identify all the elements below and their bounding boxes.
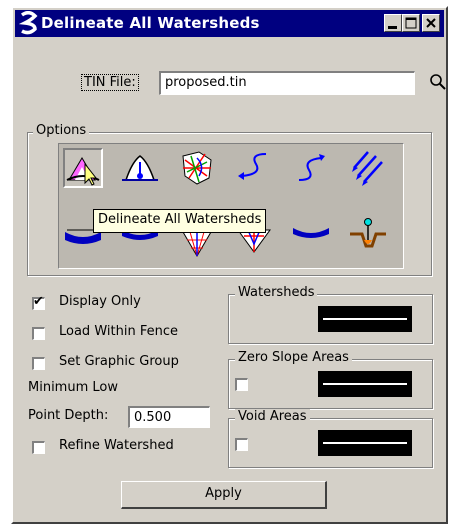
watersheds-group-label: Watersheds: [235, 285, 318, 300]
title-bar[interactable]: Delineate All Watersheds: [15, 10, 444, 37]
watershed-colors-tool[interactable]: [177, 148, 217, 188]
tin-file-input[interactable]: proposed.tin: [159, 71, 415, 95]
maximize-button[interactable]: [402, 14, 420, 32]
void-areas-checkbox[interactable]: [235, 438, 248, 451]
tool-palette: [58, 143, 404, 269]
app-logo-icon: [18, 11, 39, 35]
minimize-button[interactable]: [384, 14, 402, 32]
search-icon[interactable]: [428, 72, 448, 92]
delineate-all-watersheds-tool[interactable]: [63, 148, 103, 188]
channel-tool[interactable]: [291, 218, 331, 258]
parallel-flow-tool[interactable]: [348, 148, 388, 188]
refine-watershed-label: Refine Watershed: [59, 438, 174, 453]
minimize-icon: [388, 26, 397, 29]
tin-file-label: TIN File:: [81, 74, 139, 91]
options-group-label: Options: [33, 123, 90, 138]
single-watershed-tool[interactable]: [120, 148, 160, 188]
zero-slope-checkbox[interactable]: [235, 378, 248, 391]
minimum-low-label: Minimum Low: [28, 380, 118, 395]
apply-button[interactable]: Apply: [121, 481, 327, 509]
flow-path-arrow-tool[interactable]: [291, 148, 331, 188]
window-title: Delineate All Watersheds: [41, 14, 260, 32]
void-areas-symbology-swatch[interactable]: [318, 430, 412, 456]
set-graphic-group-label: Set Graphic Group: [59, 354, 179, 369]
maximize-icon: [405, 17, 417, 29]
close-button[interactable]: [422, 14, 440, 32]
zero-slope-group-label: Zero Slope Areas: [235, 350, 352, 365]
tool-tooltip: Delineate All Watersheds: [93, 209, 267, 233]
watersheds-symbology-swatch[interactable]: [318, 306, 412, 332]
display-only-checkbox[interactable]: ✔: [32, 294, 45, 310]
outlet-marker-tool[interactable]: [348, 218, 388, 258]
load-within-fence-checkbox[interactable]: [32, 327, 45, 340]
close-icon: [426, 18, 436, 28]
checkmark-icon: ✔: [33, 294, 44, 309]
set-graphic-group-checkbox[interactable]: [32, 357, 45, 370]
dialog-window: Delineate All Watersheds TIN File: propo…: [11, 6, 448, 524]
point-depth-label: Point Depth:: [28, 408, 109, 423]
point-depth-input[interactable]: 0.500: [128, 406, 210, 428]
load-within-fence-label: Load Within Fence: [59, 324, 178, 339]
display-only-label: Display Only: [59, 294, 141, 309]
flow-path-tool[interactable]: [234, 148, 274, 188]
void-areas-group-label: Void Areas: [235, 409, 310, 424]
refine-watershed-checkbox[interactable]: [32, 441, 45, 454]
zero-slope-symbology-swatch[interactable]: [318, 371, 412, 397]
